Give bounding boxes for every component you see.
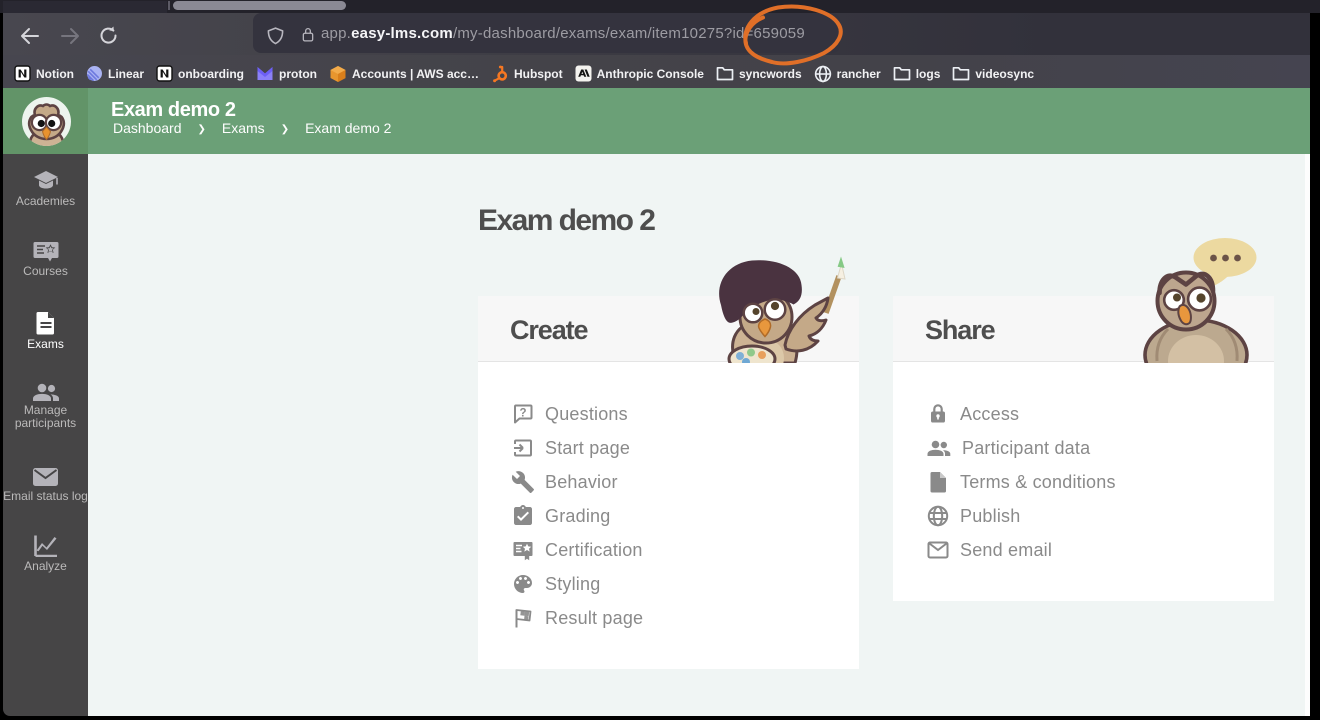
svg-text:?: ?	[519, 408, 526, 420]
